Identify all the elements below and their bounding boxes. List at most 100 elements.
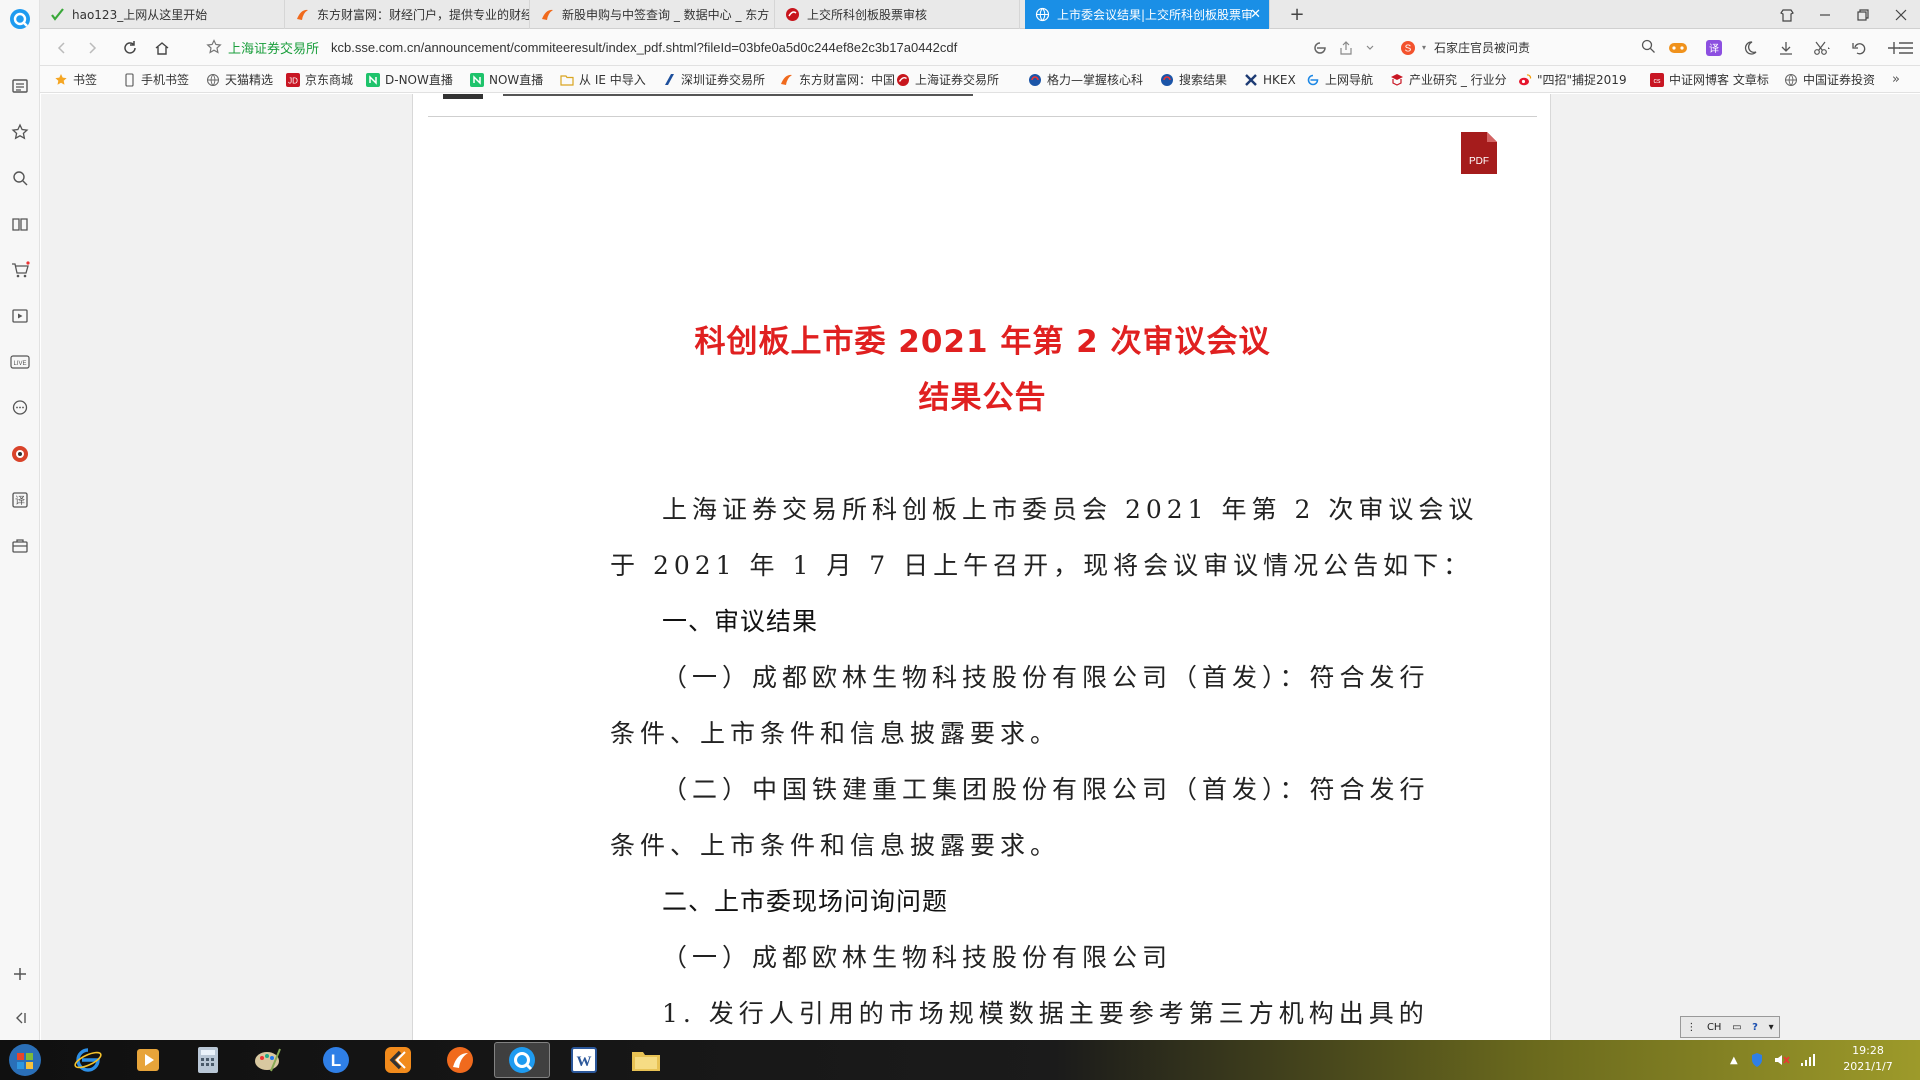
video-icon[interactable] xyxy=(8,304,32,328)
svg-text:PDF: PDF xyxy=(1469,156,1489,167)
tab-committee-result[interactable]: 上市委会议结果|上交所科创板股票审 ✕ xyxy=(1025,0,1270,29)
section-heading: 二、上市委现场问询问题 xyxy=(662,887,949,916)
download-icon[interactable] xyxy=(1776,38,1796,58)
bookmark-item[interactable]: 东方财富网：中国 xyxy=(780,66,895,93)
browser-logo-icon[interactable] xyxy=(7,6,33,32)
chat-icon[interactable] xyxy=(8,396,32,420)
taskbar-ie-icon[interactable] xyxy=(60,1042,116,1078)
bookmark-item[interactable]: 中国证券投资 xyxy=(1784,66,1875,93)
engine-dropdown-icon[interactable]: ▾ xyxy=(1422,43,1426,52)
pdf-document-page: PDF 科创板上市委 2021 年第 2 次审议会议 结果公告 上海证券交易所科… xyxy=(412,94,1551,1040)
taskbar-explorer-icon[interactable] xyxy=(618,1042,674,1078)
bookmark-item[interactable]: 产业研究 _ 行业分 xyxy=(1390,66,1507,93)
gamepad-icon[interactable] xyxy=(1668,38,1688,58)
search-box[interactable]: S ▾ 石家庄官员被问责 xyxy=(1400,34,1656,61)
keyboard-icon[interactable]: ▭ xyxy=(1732,1022,1741,1033)
home-button[interactable] xyxy=(150,36,174,60)
taskbar-calculator-icon[interactable] xyxy=(180,1042,236,1078)
bookmark-item[interactable]: cs 中证网博客 文章标 xyxy=(1650,66,1769,93)
back-button[interactable] xyxy=(50,36,74,60)
search-submit-icon[interactable] xyxy=(1641,39,1656,54)
bookmark-item[interactable]: NOW直播 xyxy=(470,66,543,93)
close-window-button[interactable] xyxy=(1882,0,1920,29)
network-signal-icon[interactable] xyxy=(1800,1053,1816,1067)
pdf-download-icon[interactable]: PDF xyxy=(1461,132,1497,174)
new-tab-button[interactable]: + xyxy=(1278,0,1316,29)
tab-sse-review[interactable]: 上交所科创板股票审核 xyxy=(775,0,1020,29)
bookmark-item[interactable]: HKEX xyxy=(1244,66,1296,93)
ime-options-icon[interactable]: ▾ xyxy=(1769,1022,1774,1033)
night-mode-icon[interactable] xyxy=(1740,38,1760,58)
bookmark-item[interactable]: "四招"捕捉2019 xyxy=(1518,66,1627,93)
tab-bar: hao123_上网从这里开始 东方财富网：财经门户，提供专业的财经 新股申购与中… xyxy=(40,0,1920,29)
svg-text:cs: cs xyxy=(1654,78,1662,85)
bookmark-item[interactable]: 天猫精选 xyxy=(206,66,273,93)
reader-icon[interactable] xyxy=(8,212,32,236)
bookmark-star-icon[interactable] xyxy=(206,39,222,55)
taskbar-media-player-icon[interactable] xyxy=(120,1042,176,1078)
search-input[interactable]: 石家庄官员被问责 xyxy=(1434,39,1530,56)
restore-button[interactable] xyxy=(1844,0,1882,29)
ime-language-label[interactable]: CH xyxy=(1707,1022,1722,1033)
ime-grip-icon: ⋮ xyxy=(1686,1021,1697,1033)
url-text[interactable]: kcb.sse.com.cn/announcement/commiteeresu… xyxy=(331,40,957,55)
tray-expand-icon[interactable]: ▲ xyxy=(1730,1055,1738,1066)
bookmark-item[interactable]: 上网导航 xyxy=(1306,66,1373,93)
svg-text:S: S xyxy=(1405,43,1412,54)
bookmark-item[interactable]: 上海证券交易所 xyxy=(896,66,999,93)
system-clock[interactable]: 19:28 2021/1/7 xyxy=(1838,1043,1898,1075)
search-icon[interactable] xyxy=(8,166,32,190)
translate-icon[interactable]: 译 xyxy=(8,488,32,512)
chevron-down-icon[interactable] xyxy=(1360,38,1380,58)
tab-label: 东方财富网：财经门户，提供专业的财经 xyxy=(317,8,530,22)
game-ball-icon[interactable] xyxy=(8,442,32,466)
volume-muted-icon[interactable] xyxy=(1774,1053,1790,1067)
reload-button[interactable] xyxy=(118,36,142,60)
taskbar-browser-icon[interactable] xyxy=(494,1042,550,1078)
taskbar-eastmoney-icon[interactable] xyxy=(432,1042,488,1078)
undo-icon[interactable] xyxy=(1850,38,1870,58)
taskbar-paint-icon[interactable] xyxy=(240,1042,296,1078)
tab-hao123[interactable]: hao123_上网从这里开始 xyxy=(40,0,285,29)
bookmark-item[interactable]: 手机书签 xyxy=(122,66,189,93)
taskbar-word-icon[interactable]: W xyxy=(556,1042,612,1078)
paragraph-line: 条件、上市条件和信息披露要求。 xyxy=(610,719,1061,748)
toolbox-icon[interactable] xyxy=(8,534,32,558)
help-icon[interactable]: ? xyxy=(1752,1022,1758,1033)
url-field[interactable]: 上海证券交易所 kcb.sse.com.cn/announcement/comm… xyxy=(200,33,1410,62)
start-button[interactable] xyxy=(2,1042,48,1078)
bookmark-item[interactable]: 从 IE 中导入 xyxy=(560,66,646,93)
live-icon[interactable]: LIVE xyxy=(8,350,32,374)
share-icon[interactable] xyxy=(1336,38,1356,58)
news-icon[interactable] xyxy=(8,74,32,98)
bookmark-item[interactable]: 书签 xyxy=(54,66,97,93)
forward-button[interactable] xyxy=(80,36,104,60)
collapse-sidebar-icon[interactable] xyxy=(8,1006,32,1030)
bookmark-item[interactable]: JD 京东商城 xyxy=(286,66,353,93)
minimize-button[interactable] xyxy=(1806,0,1844,29)
security-shield-icon[interactable] xyxy=(1750,1052,1764,1068)
tab-eastmoney[interactable]: 东方财富网：财经门户，提供专业的财经 xyxy=(285,0,530,29)
bookmarks-overflow-icon[interactable]: » xyxy=(1892,66,1900,93)
shopping-cart-icon[interactable] xyxy=(8,258,32,282)
bookmark-item[interactable]: D-NOW直播 xyxy=(366,66,453,93)
translate-tool-icon[interactable]: 译 xyxy=(1704,38,1724,58)
tab-label: hao123_上网从这里开始 xyxy=(72,8,208,22)
close-tab-icon[interactable]: ✕ xyxy=(1250,7,1261,22)
tab-ipo-query[interactable]: 新股申购与中签查询 _ 数据中心 _ 东方 xyxy=(530,0,775,29)
add-icon[interactable] xyxy=(8,962,32,986)
bookmark-item[interactable]: 深圳证券交易所 xyxy=(662,66,765,93)
favorites-icon[interactable] xyxy=(8,120,32,144)
screenshot-scissors-icon[interactable] xyxy=(1812,38,1832,58)
sogou-search-icon[interactable]: S xyxy=(1400,40,1418,56)
menu-icon[interactable] xyxy=(1896,38,1916,58)
bookmark-item[interactable]: 格力—掌握核心科 xyxy=(1028,66,1143,93)
ime-toolbar[interactable]: ⋮ CH ▭ ? ▾ xyxy=(1680,1016,1780,1038)
ie-mode-icon[interactable] xyxy=(1310,38,1330,58)
taskbar-l-app-icon[interactable]: L xyxy=(308,1042,364,1078)
menu-shirt-icon[interactable] xyxy=(1768,0,1806,29)
bookmark-item[interactable]: 搜索结果 xyxy=(1160,66,1227,93)
cut-off-header-text xyxy=(443,94,1003,102)
taskbar-quote-app-icon[interactable] xyxy=(370,1042,426,1078)
sse-icon xyxy=(786,8,799,21)
